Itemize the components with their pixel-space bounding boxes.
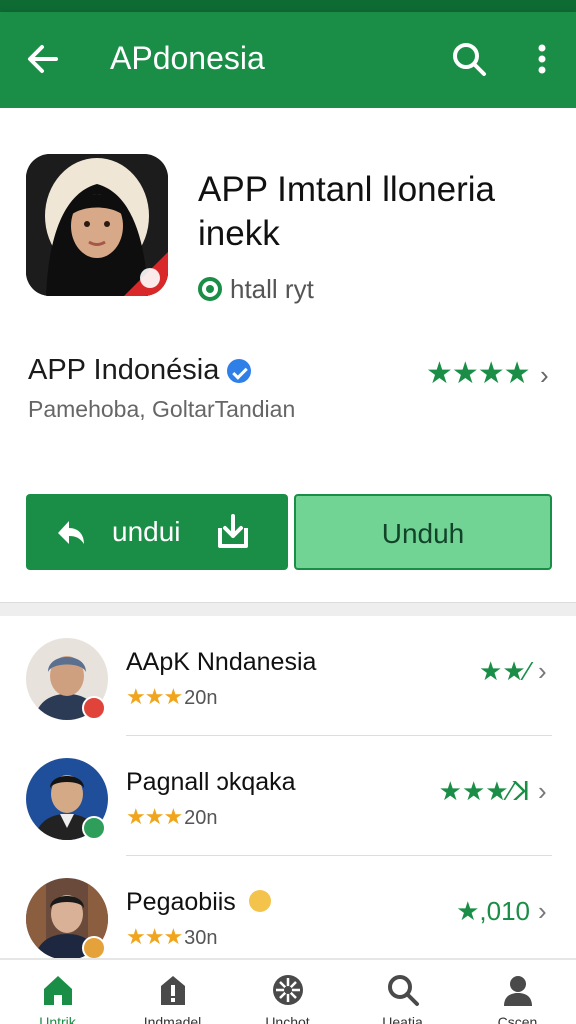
- download-primary-label: undui: [112, 516, 181, 547]
- search-icon[interactable]: [448, 38, 490, 80]
- app-bar: APdonesia: [0, 12, 576, 108]
- list-item-rating: ★★★⁄ꓘ: [438, 776, 530, 806]
- developer-subtitle: Pamehoba, GoltarTandian: [28, 396, 296, 422]
- list-item-stars: ★★★: [126, 924, 183, 949]
- list-item[interactable]: AApK Nndanesia ★★★ 20n ★★⁄ ›: [0, 616, 576, 736]
- alert-icon: [161, 976, 185, 1005]
- nav-item-updates[interactable]: Indmadel: [115, 960, 230, 1024]
- app-title: APP Imtanl lloneria inekk: [198, 168, 558, 256]
- list-item-meta: ★★★ 20n: [126, 684, 218, 710]
- list-item-name-label: Pegaobiis: [126, 888, 236, 916]
- list-item-rating: ★★⁄: [479, 656, 530, 686]
- section-divider: [0, 602, 576, 616]
- app-icon[interactable]: [26, 154, 168, 296]
- list-item-rating: ★,010: [456, 896, 530, 926]
- nav-item-label: Unchot: [265, 1014, 310, 1024]
- app-rating-stars: ★★★★: [426, 357, 531, 390]
- list-item-meta: ★★★ 30n: [126, 924, 218, 950]
- app-title-line2: inekk: [198, 214, 280, 253]
- app-badge-icon: [82, 696, 106, 720]
- chevron-right-icon[interactable]: ›: [540, 360, 549, 391]
- list-item-count: 20n: [184, 807, 218, 829]
- profile-icon: [504, 976, 532, 1006]
- list-item-name: Pegaobiis: [126, 888, 271, 917]
- app-title-line1: APP Imtanl lloneria: [198, 170, 496, 209]
- verified-badge-icon: [227, 358, 252, 383]
- download-secondary-button[interactable]: Unduh: [294, 494, 552, 570]
- nav-item-label: Cscen: [497, 1014, 538, 1024]
- home-icon: [44, 976, 72, 1005]
- list-item-name: AApK Nndanesia: [126, 648, 317, 676]
- download-secondary-label: Unduh: [381, 518, 465, 549]
- list-item-count: 30n: [184, 927, 218, 949]
- chevron-right-icon[interactable]: ›: [538, 656, 547, 687]
- download-primary-button[interactable]: undui: [26, 494, 288, 570]
- list-item-stars: ★★★: [126, 804, 183, 829]
- install-status-label: htall ryt: [230, 273, 314, 304]
- list-item-count: 20n: [184, 687, 218, 709]
- nav-item-search[interactable]: Ueatia: [345, 960, 460, 1024]
- share-icon: [58, 521, 84, 544]
- nav-item-label: Ueatia: [382, 1014, 423, 1024]
- list-item-name: Pagnall ɔkqaka: [126, 768, 296, 796]
- nav-item-label: Untrik: [39, 1014, 76, 1024]
- emoji-face-icon: [248, 890, 271, 912]
- app-badge-icon: [82, 816, 106, 840]
- more-vert-icon[interactable]: [526, 38, 558, 80]
- arrow-left-icon[interactable]: [22, 38, 64, 80]
- app-detail-header: APP Imtanl lloneria inekk htall ryt APP …: [0, 108, 576, 602]
- nav-item-home[interactable]: Untrik: [0, 960, 115, 1024]
- status-bar: [0, 0, 576, 12]
- app-badge-icon: [82, 936, 106, 960]
- developer-name-label: APP Indonésia: [28, 354, 220, 386]
- chevron-right-icon[interactable]: ›: [538, 776, 547, 807]
- list-item-meta: ★★★ 20n: [126, 804, 218, 830]
- bottom-navigation: Untrik Indmadel Unchot Ueatia Cscen: [0, 958, 576, 1024]
- install-status-icon: [198, 277, 222, 301]
- nav-item-apps[interactable]: Unchot: [230, 960, 345, 1024]
- list-item[interactable]: Pagnall ɔkqaka ★★★ 20n ★★★⁄ꓘ ›: [0, 736, 576, 856]
- apps-icon: [273, 975, 303, 1005]
- nav-item-profile[interactable]: Cscen: [460, 960, 575, 1024]
- app-bar-title: APdonesia: [110, 40, 265, 76]
- developer-name[interactable]: APP Indonésia: [28, 354, 252, 387]
- list-item-stars: ★★★: [126, 684, 183, 709]
- nav-item-label: Indmadel: [143, 1014, 202, 1024]
- chevron-right-icon[interactable]: ›: [538, 896, 547, 927]
- search-icon: [388, 975, 419, 1006]
- install-status: htall ryt: [198, 272, 314, 306]
- download-icon: [218, 514, 248, 548]
